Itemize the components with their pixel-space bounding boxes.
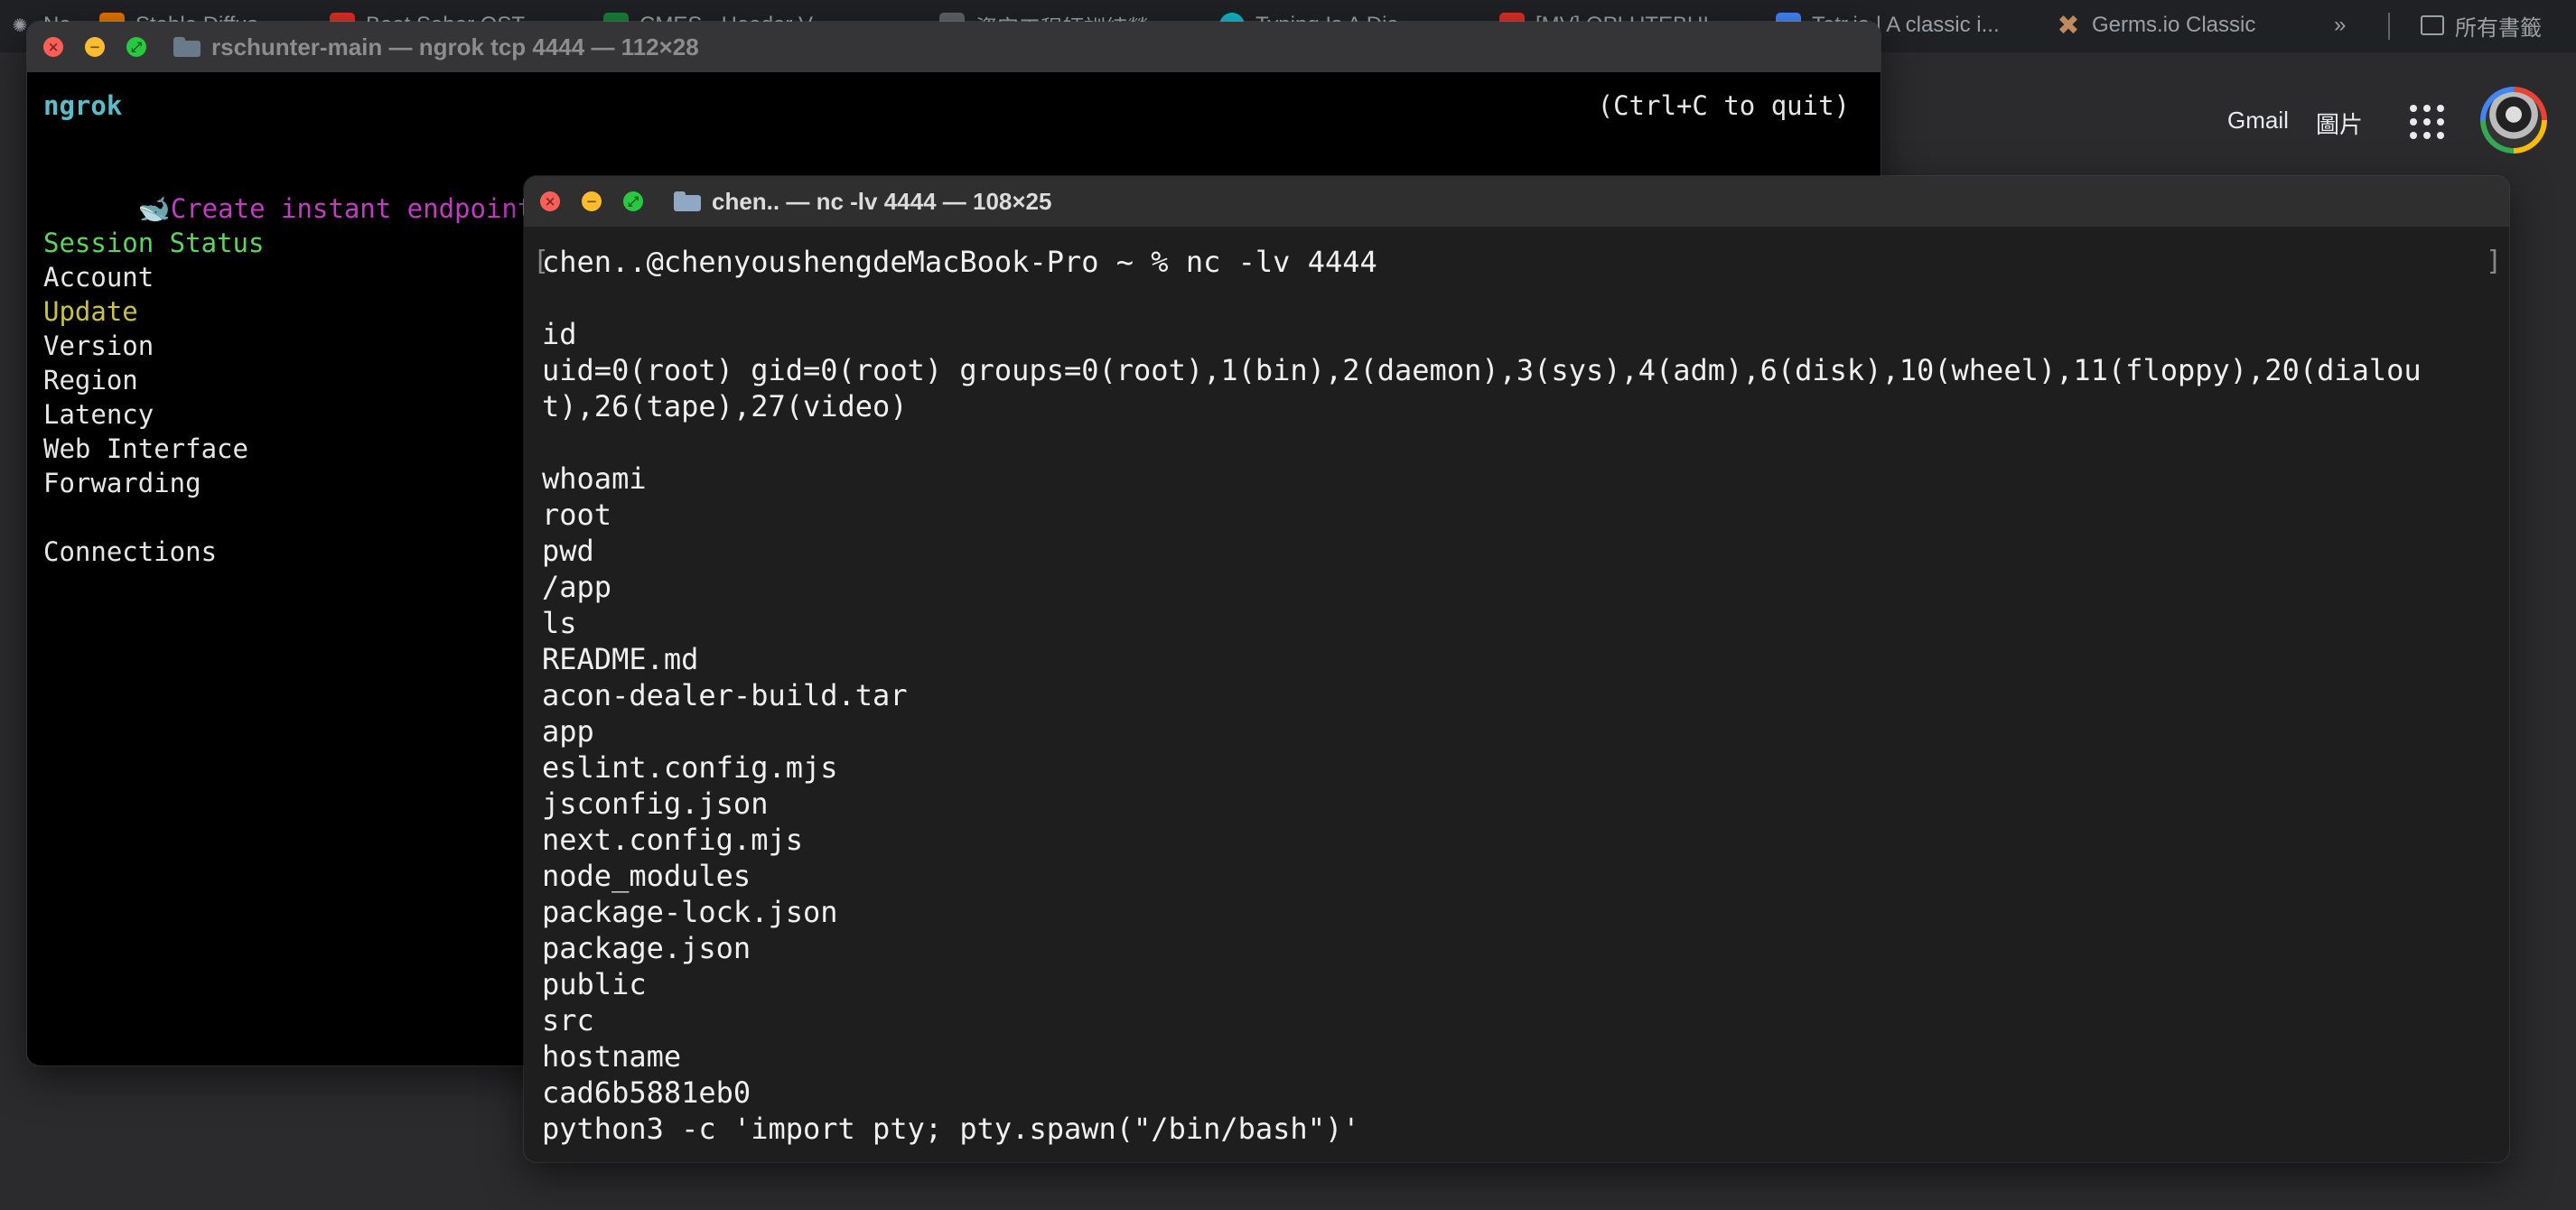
nc-terminal-window[interactable]: × − ⤢ chen.. — nc -lv 4444 — 108×25 [ ] …	[524, 176, 2509, 1162]
terminal-line: hostname	[542, 1039, 682, 1074]
title-bar[interactable]: × − ⤢ chen.. — nc -lv 4444 — 108×25	[524, 176, 2509, 227]
terminal-line: app	[542, 714, 594, 749]
avatar[interactable]	[2480, 87, 2547, 154]
version-label: Version	[43, 330, 154, 361]
folder-icon	[173, 37, 201, 57]
folder-icon	[2421, 15, 2444, 35]
germs-icon: ✖	[2057, 10, 2080, 41]
terminal-line: package.json	[542, 931, 751, 965]
terminal-line: README.md	[542, 642, 699, 676]
terminal-line: acon-dealer-build.tar	[542, 678, 908, 712]
terminal-line: cad6b5881eb0	[542, 1075, 751, 1110]
terminal-line: root	[542, 498, 612, 532]
window-title: chen.. — nc -lv 4444 — 108×25	[712, 187, 1052, 215]
terminal-line: eslint.config.mjs	[542, 750, 838, 785]
all-bookmarks-button[interactable]: 所有書籤	[2421, 7, 2574, 43]
zoom-button[interactable]: ⤢	[126, 37, 146, 57]
whale-icon: 🐋	[137, 193, 171, 224]
divider	[2388, 13, 2390, 40]
bookmarks-label: 所有書籤	[2455, 15, 2542, 41]
terminal-line: ls	[542, 606, 577, 640]
terminal-line: jsconfig.json	[542, 786, 769, 821]
close-button[interactable]: ×	[43, 37, 63, 57]
terminal-line: uid=0(root) gid=0(root) groups=0(root),1…	[542, 353, 2422, 387]
ngrok-header: ngrok	[43, 90, 123, 121]
account-label: Account	[43, 262, 154, 293]
chevron-right-icon: »	[2334, 13, 2347, 37]
region-label: Region	[43, 365, 138, 396]
zoom-button[interactable]: ⤢	[623, 191, 643, 211]
minimize-button[interactable]: −	[582, 191, 602, 211]
terminal-line: src	[542, 1003, 594, 1038]
terminal-output[interactable]: chen..@chenyoushengdeMacBook-Pro ~ % nc …	[542, 244, 2493, 1147]
title-bar[interactable]: × − ⤢ rschunter-main — ngrok tcp 4444 — …	[27, 22, 1881, 72]
minimize-button[interactable]: −	[85, 37, 105, 57]
terminal-line: node_modules	[542, 859, 751, 893]
gmail-link[interactable]: Gmail	[2227, 107, 2289, 135]
terminal-line: t),26(tape),27(video)	[542, 389, 908, 424]
prompt-line: chen..@chenyoushengdeMacBook-Pro ~ % nc …	[542, 245, 1377, 279]
web-interface-label: Web Interface	[43, 433, 248, 464]
apps-grid-icon[interactable]	[2410, 105, 2444, 139]
session-status-label: Session Status	[43, 228, 265, 258]
terminal-line: package-lock.json	[542, 895, 838, 929]
terminal-line: public	[542, 967, 647, 1001]
window-title: rschunter-main — ngrok tcp 4444 — 112×28	[211, 33, 699, 60]
connections-label: Connections	[43, 536, 218, 567]
terminal-line: next.config.mjs	[542, 823, 803, 857]
update-label: Update	[43, 296, 138, 327]
more-tabs-button[interactable]: »	[2334, 7, 2361, 43]
close-button[interactable]: ×	[540, 191, 560, 211]
terminal-line: /app	[542, 570, 612, 604]
quit-hint: (Ctrl+C to quit)	[1597, 90, 1850, 121]
images-link[interactable]: 圖片	[2316, 107, 2363, 140]
latency-label: Latency	[43, 399, 154, 430]
terminal-line: pwd	[542, 534, 594, 568]
tab-label: Germs.io Classic	[2092, 13, 2256, 37]
folder-icon	[674, 191, 701, 211]
forwarding-label: Forwarding	[43, 468, 201, 498]
browser-tab[interactable]: ✖ Germs.io Classic	[2056, 7, 2300, 43]
terminal-line: id	[542, 317, 577, 351]
terminal-line: python3 -c 'import pty; pty.spawn("/bin/…	[542, 1112, 1360, 1146]
terminal-line: whoami	[542, 461, 647, 496]
